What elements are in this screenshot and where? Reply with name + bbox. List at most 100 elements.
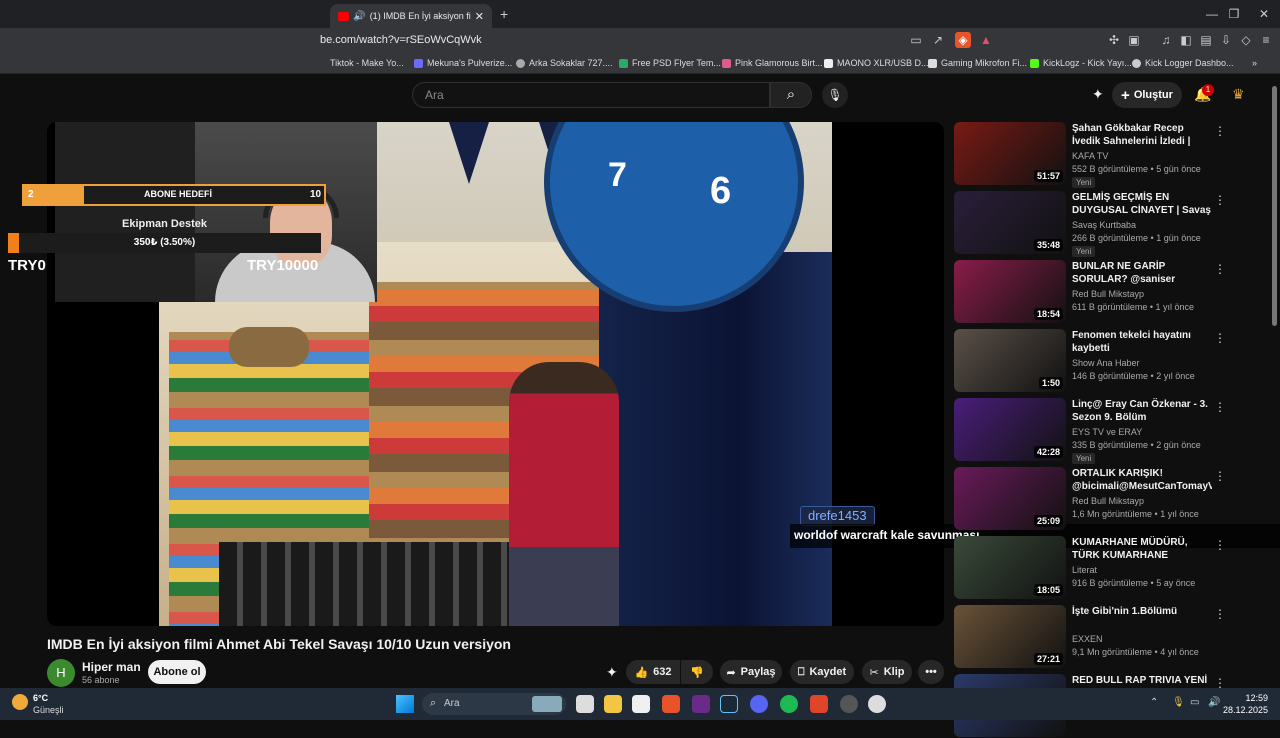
recommended-video-title[interactable]: BUNLAR NE GARİP SORULAR? @saniser @Sokra… [1072, 260, 1212, 286]
channel-name[interactable]: Hiper man [82, 660, 141, 674]
file-explorer-icon[interactable] [604, 695, 622, 713]
video-thumbnail[interactable]: 1:50 [954, 329, 1066, 392]
share-button[interactable]: ➦ Paylaş [720, 660, 782, 684]
recommended-video-title[interactable]: Linç@ Eray Can Özkenar - 3. Sezon 9. Böl… [1072, 398, 1212, 424]
bookmark-item[interactable]: Free PSD Flyer Tem... [619, 54, 721, 72]
task-view-icon[interactable] [576, 695, 594, 713]
recommended-video[interactable]: 35:48 GELMİŞ GEÇMİŞ EN DUYGUSAL CİNAYET |… [954, 191, 1264, 257]
recommended-channel-name[interactable]: EXXEN [1072, 634, 1103, 644]
video-thumbnail[interactable]: 42:28 [954, 398, 1066, 461]
brave-rewards-icon[interactable]: ▲ [978, 32, 994, 48]
more-options-icon[interactable]: ⋮ [1214, 538, 1226, 552]
bookmark-item[interactable]: Kick Logger Dashbo... [1132, 54, 1234, 72]
url-field[interactable]: be.com/watch?v=rSEoWvCqWvk [320, 31, 900, 49]
recommended-channel-name[interactable]: EYS TV ve ERAY [1072, 427, 1142, 437]
more-options-icon[interactable]: ⋮ [1214, 469, 1226, 483]
bookmark-item[interactable]: KickLogz - Kick Yayı... [1030, 54, 1132, 72]
steam-icon[interactable] [720, 695, 738, 713]
new-tab-icon[interactable]: + [500, 6, 508, 22]
recommended-channel-name[interactable]: KAFA TV [1072, 151, 1108, 161]
more-options-icon[interactable]: ⋮ [1214, 607, 1226, 621]
bookmark-item[interactable]: Gaming Mikrofon Fi... [928, 54, 1027, 72]
video-thumbnail[interactable]: 27:21 [954, 605, 1066, 668]
taskbar-time[interactable]: 12:59 [1236, 693, 1268, 703]
screenshot-icon[interactable]: ▣ [1126, 32, 1142, 48]
app-icon[interactable] [840, 695, 858, 713]
window-close-icon[interactable]: ✕ [1250, 5, 1278, 23]
subscribe-button[interactable]: Abone ol [148, 660, 206, 684]
ai-sparkle-icon[interactable]: ✦ [606, 664, 618, 681]
wallet-icon[interactable]: ▤ [1198, 32, 1214, 48]
microphone-icon[interactable]: 🎙 [822, 82, 848, 108]
recommended-video[interactable]: 1:50 Fenomen tekelci hayatını kaybetti Sho… [954, 329, 1264, 393]
recommended-video[interactable]: 18:54 BUNLAR NE GARİP SORULAR? @saniser @… [954, 260, 1264, 324]
more-options-icon[interactable]: ⋮ [1214, 400, 1226, 414]
share-page-icon[interactable]: ↗ [930, 32, 946, 48]
notepad-icon[interactable] [632, 695, 650, 713]
browser-tab-active[interactable]: 🔊 (1) IMDB En İyi aksiyon filmi A ✕ [330, 4, 492, 28]
bookmark-item[interactable]: MAONO XLR/USB D... [824, 54, 929, 72]
clip-button[interactable]: ✂ Klip [862, 660, 912, 684]
page-scrollbar[interactable] [1272, 86, 1277, 326]
like-button[interactable]: 👍 632 [626, 660, 680, 684]
download-icon[interactable]: ⇩ [1218, 32, 1234, 48]
settings-gear-icon[interactable] [868, 695, 886, 713]
sidebar-toggle-icon[interactable]: ◧ [1178, 32, 1194, 48]
more-options-icon[interactable]: ⋮ [1214, 124, 1226, 138]
vpn-icon[interactable]: ◇ [1238, 32, 1254, 48]
video-thumbnail[interactable]: 51:57 [954, 122, 1066, 185]
recommended-channel-name[interactable]: Show Ana Haber [1072, 358, 1140, 368]
dislike-button[interactable]: 👎 [681, 660, 713, 684]
spotify-icon[interactable] [780, 695, 798, 713]
more-options-icon[interactable]: ⋮ [1214, 193, 1226, 207]
recommended-channel-name[interactable]: Red Bull Mikstayp [1072, 289, 1144, 299]
tab-close-icon[interactable]: ✕ [475, 10, 484, 23]
search-input[interactable]: Ara [412, 82, 770, 108]
recommended-channel-name[interactable]: Red Bull Mikstayp [1072, 496, 1144, 506]
network-icon[interactable]: ▭ [1190, 697, 1199, 708]
recommended-video-title[interactable]: RED BULL RAP TRIVIA YENİ [1072, 674, 1212, 687]
discord-icon[interactable] [750, 695, 768, 713]
media-icon[interactable]: ♫ [1158, 32, 1174, 48]
next-app-icon[interactable] [692, 695, 710, 713]
more-actions-icon[interactable]: ••• [918, 660, 944, 684]
bookmark-item[interactable]: Arka Sokaklar 727.... [516, 54, 613, 72]
weather-sun-icon[interactable] [12, 694, 28, 710]
channel-avatar[interactable]: H [47, 659, 75, 687]
video-thumbnail[interactable]: 35:48 [954, 191, 1066, 254]
recommended-video-title[interactable]: İşte Gibi'nin 1.Bölümü [1072, 605, 1212, 618]
taskbar-date[interactable]: 28.12.2025 [1220, 705, 1268, 715]
volume-icon[interactable]: 🔊 [1208, 697, 1220, 708]
bookmarks-overflow-icon[interactable]: » [1252, 54, 1257, 72]
cast-icon[interactable]: ✦ [1092, 86, 1104, 103]
brave-browser-icon[interactable] [662, 695, 680, 713]
recommended-video-title[interactable]: ORTALIK KARIŞIK! @bicimali@MesutCanTomay… [1072, 467, 1212, 493]
bookmark-item[interactable]: Tiktok - Make Yo... [330, 54, 404, 72]
recommended-video-title[interactable]: Şahan Gökbakar Recep İvedik Sahnelerini … [1072, 122, 1212, 148]
recommended-channel-name[interactable]: Literat [1072, 565, 1097, 575]
recommended-video-title[interactable]: Fenomen tekelci hayatını kaybetti [1072, 329, 1212, 355]
recommended-video[interactable]: 51:57 Şahan Gökbakar Recep İvedik Sahnele… [954, 122, 1264, 188]
browser-menu-icon[interactable]: ≡ [1258, 32, 1274, 48]
extensions-icon[interactable]: ✣ [1106, 32, 1122, 48]
recommended-video[interactable]: 25:09 ORTALIK KARIŞIK! @bicimali@MesutCan… [954, 467, 1264, 531]
create-button[interactable]: + Oluştur [1112, 82, 1182, 108]
more-options-icon[interactable]: ⋮ [1214, 331, 1226, 345]
recommended-video[interactable]: 27:21 İşte Gibi'nin 1.Bölümü EXXEN 9,1 Mn g… [954, 605, 1264, 669]
video-thumbnail[interactable]: 18:05 [954, 536, 1066, 599]
more-options-icon[interactable]: ⋮ [1214, 262, 1226, 276]
tray-mic-icon[interactable]: 🎙 [1172, 697, 1185, 708]
app-icon[interactable] [810, 695, 828, 713]
bookmark-item[interactable]: Pink Glamorous Birt... [722, 54, 823, 72]
cast-icon[interactable]: ▭ [908, 32, 924, 48]
windows-start-icon[interactable] [396, 695, 414, 713]
recommended-video[interactable]: 18:05 KUMARHANE MÜDÜRÜ, TÜRK KUMARHANE SA… [954, 536, 1264, 600]
brave-shield-icon[interactable]: ◈ [955, 32, 971, 48]
tray-overflow-icon[interactable]: ⌃ [1150, 697, 1158, 708]
recommended-video-title[interactable]: KUMARHANE MÜDÜRÜ, TÜRK KUMARHANE SAHNELE… [1072, 536, 1212, 562]
search-icon[interactable]: ⌕ [770, 82, 812, 108]
video-thumbnail[interactable]: 18:54 [954, 260, 1066, 323]
recommended-video[interactable]: 42:28 Linç@ Eray Can Özkenar - 3. Sezon 9… [954, 398, 1264, 464]
save-button[interactable]: ⎕ Kaydet [790, 660, 854, 684]
bookmark-item[interactable]: Mekuna's Pulverize... [414, 54, 512, 72]
